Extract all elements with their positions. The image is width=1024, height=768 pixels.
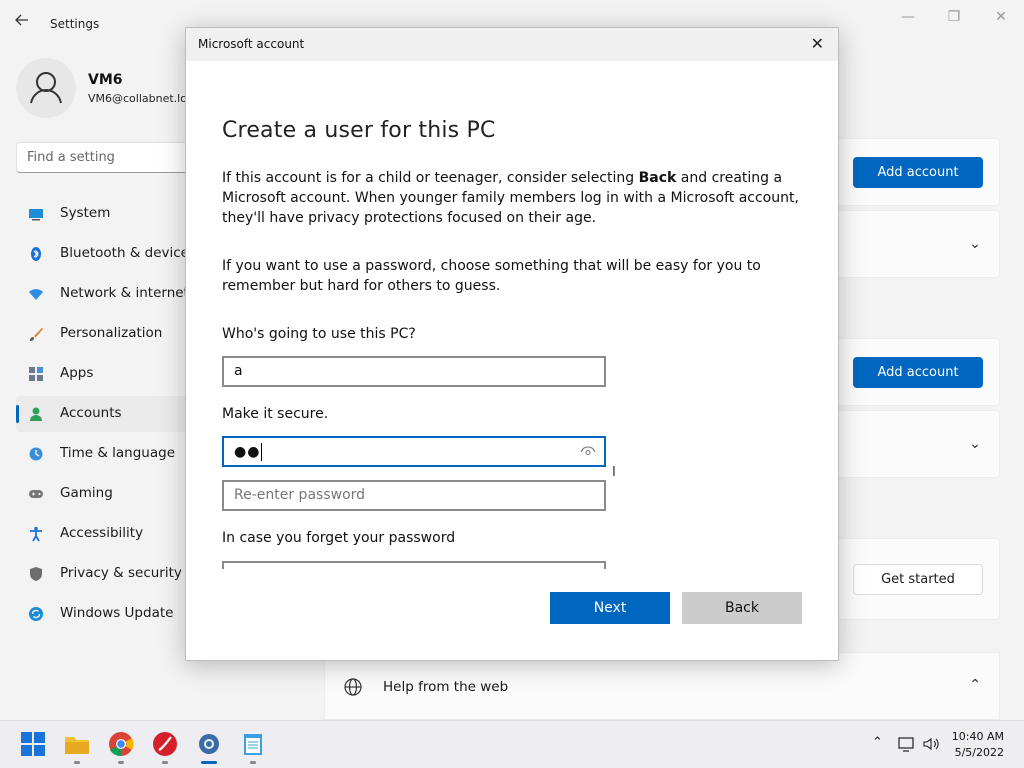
- settings-gear-icon[interactable]: [196, 731, 222, 757]
- wifi-icon: [29, 289, 43, 300]
- password-advice-paragraph: If you want to use a password, choose so…: [222, 258, 761, 294]
- dialog-title: Microsoft account: [198, 37, 305, 51]
- clock[interactable]: 10:40 AM 5/5/2022: [952, 729, 1004, 761]
- file-explorer-icon[interactable]: [64, 731, 90, 757]
- text-caret: [261, 443, 263, 461]
- bluetooth-icon: [31, 247, 41, 261]
- profile-name: VM6: [88, 72, 123, 88]
- gamepad-icon: [29, 490, 43, 498]
- update-icon: [29, 607, 43, 621]
- taskbar: ⌃ 10:40 AM 5/5/2022: [0, 720, 1024, 768]
- sidebar-item-label: Accounts: [60, 405, 122, 421]
- dialog-heading: Create a user for this PC: [222, 118, 496, 143]
- security-question-input[interactable]: [222, 561, 606, 569]
- sidebar-item-label: Apps: [60, 365, 94, 381]
- sidebar-item-label: Bluetooth & devices: [60, 245, 197, 261]
- clock-time: 10:40 AM: [951, 730, 1004, 743]
- avatar[interactable]: [16, 58, 76, 118]
- maximize-icon[interactable]: ❐: [936, 6, 972, 28]
- password-input[interactable]: ●●: [222, 436, 606, 467]
- sidebar-item-label: System: [60, 205, 111, 221]
- child-account-paragraph: If this account is for a child or teenag…: [222, 170, 799, 226]
- chevron-up-icon[interactable]: ⌃: [969, 677, 981, 693]
- clock-date: 5/5/2022: [954, 746, 1004, 759]
- collabnet-app-icon[interactable]: [152, 731, 178, 757]
- running-indicator: [118, 761, 124, 764]
- running-indicator: [162, 761, 168, 764]
- minimize-icon[interactable]: —: [890, 6, 926, 28]
- sidebar-item-label: Time & language: [60, 445, 176, 461]
- start-icon[interactable]: [20, 731, 46, 757]
- who-label: Who's going to use this PC?: [222, 326, 416, 342]
- reenter-password-input[interactable]: Re-enter password: [222, 480, 606, 511]
- sidebar-item-label: Windows Update: [60, 605, 174, 621]
- back-arrow-icon[interactable]: [14, 12, 34, 36]
- close-icon[interactable]: ✕: [983, 6, 1019, 28]
- active-indicator: [201, 761, 217, 764]
- add-account-button[interactable]: Add account: [853, 157, 983, 188]
- dialog-titlebar: Microsoft account ✕: [186, 28, 838, 61]
- running-indicator: [250, 761, 256, 764]
- profile-email: VM6@collabnet.lo: [88, 92, 187, 105]
- help-label: Help from the web: [383, 679, 509, 695]
- notepad-icon[interactable]: [240, 731, 266, 757]
- close-icon[interactable]: ✕: [811, 34, 824, 53]
- password-dots: ●●: [234, 444, 261, 460]
- globe-icon: [344, 678, 362, 696]
- chevron-down-icon[interactable]: ⌄: [967, 236, 983, 252]
- secure-label: Make it secure.: [222, 406, 329, 422]
- get-started-button[interactable]: Get started: [853, 564, 983, 595]
- system-icon: [29, 209, 43, 221]
- brush-icon: [30, 328, 43, 341]
- reveal-password-icon[interactable]: [580, 444, 596, 458]
- ibeam-cursor-icon: I: [612, 465, 616, 480]
- microsoft-account-dialog: Microsoft account ✕ Create a user for th…: [185, 27, 839, 661]
- network-icon[interactable]: [898, 736, 916, 752]
- app-title: Settings: [50, 17, 100, 31]
- accounts-icon: [30, 407, 42, 421]
- running-indicator: [74, 761, 80, 764]
- back-button[interactable]: Back: [682, 592, 802, 624]
- help-from-web[interactable]: Help from the web ⌃: [324, 652, 1000, 720]
- accessibility-icon: [30, 526, 42, 542]
- chevron-up-icon[interactable]: ⌃: [872, 735, 883, 750]
- add-account-button-2[interactable]: Add account: [853, 357, 983, 388]
- apps-icon: [29, 367, 43, 381]
- username-input[interactable]: a: [222, 356, 606, 387]
- forget-password-label: In case you forget your password: [222, 530, 456, 546]
- chevron-down-icon[interactable]: ⌄: [967, 436, 983, 452]
- sidebar-item-label: Accessibility: [60, 525, 144, 541]
- shield-icon: [30, 567, 42, 581]
- sidebar-item-label: Personalization: [60, 325, 163, 341]
- sidebar-item-label: Gaming: [60, 485, 113, 501]
- sidebar-item-label: Network & internet: [60, 285, 189, 301]
- next-button[interactable]: Next: [550, 592, 670, 624]
- clock-icon: [29, 447, 43, 461]
- volume-icon[interactable]: [922, 736, 940, 752]
- chrome-icon[interactable]: [108, 731, 134, 757]
- sidebar-item-label: Privacy & security: [60, 565, 182, 581]
